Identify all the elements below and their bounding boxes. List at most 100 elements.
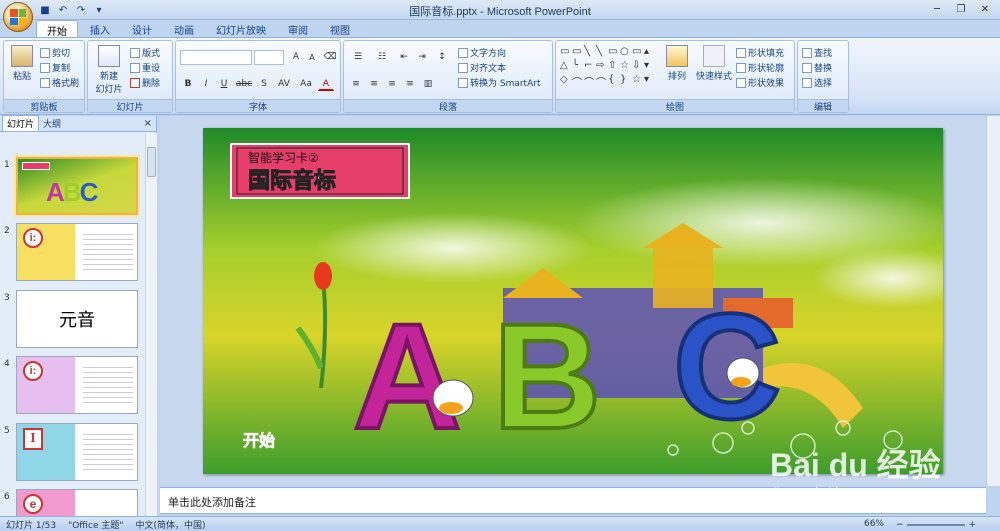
thumbnail-number: 5 (4, 426, 10, 436)
title-bar: ■ ↶ ↷ ▾ 国际音标.pptx - Microsoft PowerPoint… (0, 0, 1000, 20)
smartart-icon (458, 77, 468, 88)
layout-button[interactable]: 版式 (130, 46, 160, 59)
grow-font-button[interactable]: A (288, 50, 304, 64)
scrollbar-thumb[interactable] (147, 147, 156, 177)
arrange-button[interactable]: 排列 (662, 45, 692, 82)
zoom-slider[interactable]: − + (896, 520, 976, 530)
clear-format-icon[interactable]: ⌫ (322, 50, 338, 64)
powerpoint-window: ■ ↶ ↷ ▾ 国际音标.pptx - Microsoft PowerPoint… (0, 0, 1000, 531)
shape-effects-button[interactable]: 形状效果 (736, 76, 784, 89)
slide-scrollbar[interactable] (986, 116, 1000, 486)
paste-button[interactable]: 粘贴 (8, 45, 36, 82)
thumb-title-tag (22, 162, 50, 170)
format-painter-button[interactable]: 格式刷 (40, 76, 79, 89)
drawing-label: 绘图 (556, 99, 794, 113)
notes-pane[interactable]: 单击此处添加备注 (160, 487, 986, 514)
numbering-icon[interactable]: ☷ (372, 50, 392, 64)
shapes-gallery[interactable]: ▭ ▭ ╲ ╲ ▭ ○ ▭ ▴ △ ╰ ⌐ ⇨ ⇧ ☆ ⇩ ▾ ◇ ⌒ ⌒ ⌒{} ☆ ▾ (560, 46, 656, 90)
thumbnail-slide-2[interactable]: i: (16, 223, 138, 281)
panel-scrollbar[interactable] (145, 133, 157, 516)
char-spacing-button[interactable]: AV (274, 77, 294, 91)
align-text-button[interactable]: 对齐文本 (458, 61, 506, 74)
start-button[interactable]: 开始 (243, 431, 276, 451)
thumbnail-slide-6[interactable]: e (16, 489, 138, 516)
align-text-icon (458, 62, 468, 73)
text-direction-icon (458, 47, 468, 58)
columns-icon[interactable]: ▥ (420, 77, 436, 91)
tab-slideshow[interactable]: 幻灯片放映 (206, 20, 276, 38)
font-label: 字体 (176, 99, 340, 113)
cut-button[interactable]: 剪切 (40, 46, 70, 59)
find-button[interactable]: 查找 (802, 46, 832, 59)
change-case-button[interactable]: Aa (296, 77, 316, 91)
ribbon-tabs: 开始 插入 设计 动画 幻灯片放映 审阅 视图 (36, 20, 360, 38)
font-size-select[interactable] (254, 50, 284, 65)
paragraph-group: ☰ ☷ ⇤ ⇥ ↕ ≡ ≡ ≡ ≡ ▥ 文字方向 对齐文本 转换为 SmartA… (343, 40, 553, 113)
tab-animations[interactable]: 动画 (164, 20, 204, 38)
smartart-button[interactable]: 转换为 SmartArt (458, 76, 540, 89)
window-controls: ─ ❐ ✕ (926, 2, 996, 17)
font-color-button[interactable]: A (318, 77, 334, 91)
align-center-icon[interactable]: ≡ (366, 77, 382, 91)
quick-styles-button[interactable]: 快速样式 (694, 45, 734, 82)
zoom-level[interactable]: 66% (858, 519, 890, 529)
tab-slides[interactable]: 幻灯片 (2, 115, 40, 131)
tab-insert[interactable]: 插入 (80, 20, 120, 38)
thumbnail-slide-1[interactable]: ABC (16, 157, 138, 215)
panel-close-icon[interactable]: × (144, 118, 152, 129)
current-slide[interactable]: A B C 智能学习卡② 国际音标 开始 (203, 128, 943, 474)
tab-outline[interactable]: 大纲 (39, 116, 65, 131)
delete-slide-button[interactable]: 删除 (130, 76, 160, 89)
replace-button[interactable]: 替换 (802, 61, 832, 74)
bold-button[interactable]: B (180, 77, 196, 91)
font-family-select[interactable] (180, 50, 252, 65)
duck-character (432, 379, 474, 417)
new-slide-button[interactable]: 新建 幻灯片 (92, 45, 126, 95)
copy-button[interactable]: 复制 (40, 61, 70, 74)
tab-view[interactable]: 视图 (320, 20, 360, 38)
office-button[interactable] (3, 2, 33, 32)
new-slide-icon (98, 45, 120, 67)
binoculars-icon (802, 47, 812, 58)
tab-review[interactable]: 审阅 (278, 20, 318, 38)
close-icon[interactable]: ✕ (974, 2, 996, 17)
paint-bucket-icon (736, 47, 746, 58)
office-logo-icon (10, 9, 26, 25)
tab-home[interactable]: 开始 (36, 20, 78, 38)
layout-icon (130, 47, 140, 58)
reset-button[interactable]: 重设 (130, 61, 160, 74)
decrease-indent-icon[interactable]: ⇤ (396, 50, 412, 64)
strikethrough-button[interactable]: abc (234, 77, 254, 91)
thumb-text-lines (83, 363, 133, 407)
select-button[interactable]: 选择 (802, 76, 832, 89)
paste-icon (11, 45, 33, 67)
copy-icon (40, 62, 50, 73)
restore-icon[interactable]: ❐ (950, 2, 972, 17)
letter-c: C (673, 282, 781, 450)
thumb-phoneme: e (23, 494, 43, 514)
quick-styles-icon (703, 45, 725, 67)
underline-button[interactable]: U (216, 77, 232, 91)
shrink-font-button[interactable]: A (304, 50, 320, 64)
italic-button[interactable]: I (198, 77, 214, 91)
shadow-button[interactable]: S (256, 77, 272, 91)
thumbnail-slide-4[interactable]: i: (16, 356, 138, 414)
thumbnail-slide-3[interactable]: 元音 (16, 290, 138, 348)
shape-fill-button[interactable]: 形状填充 (736, 46, 784, 59)
align-left-icon[interactable]: ≡ (348, 77, 364, 91)
minimize-icon[interactable]: ─ (926, 2, 948, 17)
align-right-icon[interactable]: ≡ (384, 77, 400, 91)
increase-indent-icon[interactable]: ⇥ (414, 50, 430, 64)
tab-design[interactable]: 设计 (122, 20, 162, 38)
thumbnail-number: 2 (4, 226, 10, 236)
bullets-icon[interactable]: ☰ (348, 50, 368, 64)
cursor-icon (802, 77, 812, 88)
text-direction-button[interactable]: 文字方向 (458, 46, 506, 59)
line-spacing-icon[interactable]: ↕ (434, 50, 450, 64)
thumbnail-number: 4 (4, 359, 10, 369)
drawing-group: ▭ ▭ ╲ ╲ ▭ ○ ▭ ▴ △ ╰ ⌐ ⇨ ⇧ ☆ ⇩ ▾ ◇ ⌒ ⌒ ⌒{} ☆ ▾ 排列 快速样式 形状填充 … (555, 40, 795, 113)
thumbnail-slide-5[interactable]: I (16, 423, 138, 481)
justify-icon[interactable]: ≡ (402, 77, 418, 91)
shape-outline-button[interactable]: 形状轮廓 (736, 61, 784, 74)
thumb-text-lines (83, 430, 133, 474)
